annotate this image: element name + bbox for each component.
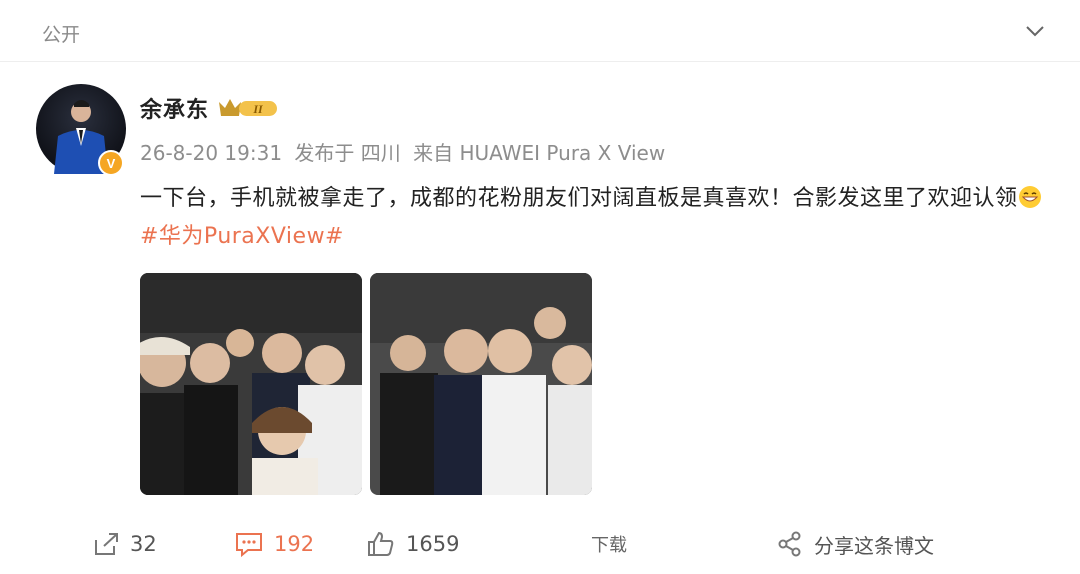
- download-label: 下载: [591, 535, 627, 556]
- forward-button[interactable]: 32: [92, 528, 157, 560]
- post-source: 来自 HUAWEI Pura X View: [413, 141, 666, 165]
- topic-link[interactable]: #华为PuraXView#: [140, 224, 344, 249]
- post-text: 一下台，手机就被拿走了，成都的花粉朋友们对阔直板是真喜欢！合影发这里了欢迎认领 #…: [140, 180, 1060, 256]
- thumbs-up-icon: [368, 531, 394, 556]
- visibility-label: 公开: [42, 24, 81, 46]
- post-header: 公开: [0, 0, 1080, 62]
- download-button[interactable]: 下载: [591, 528, 627, 560]
- chevron-down-icon[interactable]: [1022, 18, 1048, 44]
- like-button[interactable]: 1659: [366, 528, 459, 560]
- comment-button[interactable]: 192: [234, 528, 314, 560]
- forward-count: 32: [130, 532, 157, 556]
- post-timestamp[interactable]: 26-8-20 19:31: [140, 141, 282, 165]
- action-bar: 32 192 1659 下载 分享这条博文: [0, 522, 1080, 566]
- post-body: 一下台，手机就被拿走了，成都的花粉朋友们对阔直板是真喜欢！合影发这里了欢迎认领: [140, 186, 1018, 211]
- share-label: 分享这条博文: [814, 533, 934, 558]
- comment-icon: [236, 533, 262, 558]
- forward-icon: [95, 533, 118, 555]
- like-count: 1659: [406, 532, 460, 556]
- member-level-badge-icon: II: [217, 96, 281, 120]
- verified-badge-icon: V: [98, 150, 124, 176]
- member-level-text: II: [252, 102, 264, 116]
- comment-count: 192: [274, 532, 315, 556]
- author-name[interactable]: 余承东: [140, 92, 209, 124]
- post-photo-1[interactable]: [140, 273, 362, 495]
- share-button[interactable]: 分享这条博文: [776, 528, 934, 560]
- grin-emoji-icon: [1018, 186, 1041, 208]
- post-photo-2[interactable]: [370, 273, 592, 495]
- share-icon: [778, 531, 801, 557]
- post-meta: 26-8-20 19:31 发布于 四川 来自 HUAWEI Pura X Vi…: [140, 137, 671, 166]
- post-location: 发布于 四川: [294, 141, 401, 165]
